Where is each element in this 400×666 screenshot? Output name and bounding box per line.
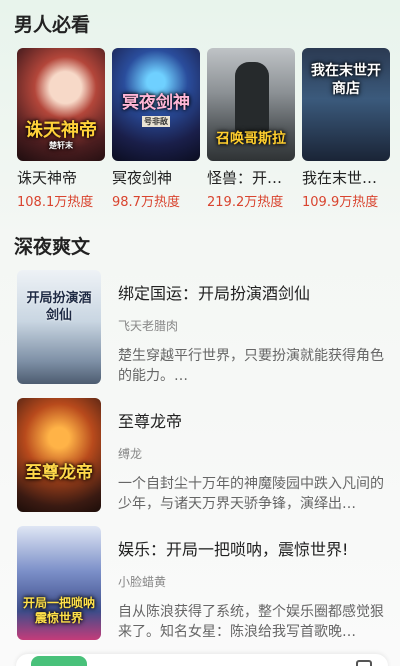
list-item[interactable]: 至尊龙帝 至尊龙帝 缚龙 一个自封尘十万年的神魔陵园中跌入凡间的少年，与诸天万界… (17, 398, 387, 514)
book-heat: 109.9万热度 (302, 195, 379, 210)
cover-title-text: 我在末世开商店 (311, 63, 381, 97)
book-author: 飞天老腊肉 (118, 319, 179, 333)
cover-author-text: 号非敌 (142, 116, 170, 127)
book-card-1[interactable]: 诛天神帝 楚轩末 诛天神帝 108.1万热度 (17, 48, 105, 210)
section-title-men-must-read: 男人必看 (14, 14, 91, 36)
book-heat: 108.1万热度 (17, 195, 94, 210)
book-heat: 219.2万热度 (207, 195, 284, 210)
book-cover[interactable]: 开局扮演酒剑仙 (17, 270, 101, 384)
bookshelf-icon[interactable] (356, 660, 372, 666)
list-item[interactable]: 开局扮演酒剑仙 绑定国运：开局扮演酒剑仙 飞天老腊肉 楚生穿越平行世界，只要扮演… (17, 270, 387, 386)
book-heat: 98.7万热度 (112, 195, 180, 210)
bottom-action-button[interactable] (31, 656, 87, 666)
book-author: 缚龙 (118, 447, 143, 461)
book-description: 一个自封尘十万年的神魔陵园中跌入凡间的少年，与诸天万界天骄争锋，演绎出… (118, 476, 384, 512)
book-cover[interactable]: 诛天神帝 楚轩末 (17, 48, 105, 161)
book-title[interactable]: 我在末世… (302, 167, 390, 188)
cover-title-text: 诛天神帝 (25, 120, 97, 141)
cover-author-text: 楚轩末 (49, 140, 73, 150)
book-title[interactable]: 绑定国运：开局扮演酒剑仙 (118, 280, 388, 304)
bottom-bar (16, 654, 388, 666)
list-item[interactable]: 开局一把唢呐震惊世界 娱乐：开局一把唢呐，震惊世界! 小脸蜡黄 自从陈浪获得了系… (17, 526, 387, 642)
book-description: 自从陈浪获得了系统，整个娱乐圈都感觉狠来了。知名女星：陈浪给我写首歌晚… (118, 604, 384, 640)
book-title[interactable]: 至尊龙帝 (118, 408, 388, 432)
cover-title-text: 开局扮演酒剑仙 (26, 291, 92, 323)
book-author: 小脸蜡黄 (118, 575, 167, 589)
book-card-2[interactable]: 冥夜剑神 号非敌 冥夜剑神 98.7万热度 (112, 48, 200, 210)
book-title[interactable]: 冥夜剑神 (112, 167, 200, 188)
cover-title-text: 冥夜剑神 (122, 93, 190, 113)
book-cover[interactable]: 至尊龙帝 (17, 398, 101, 512)
section-title-late-night: 深夜爽文 (14, 236, 91, 258)
book-title[interactable]: 怪兽：开… (207, 167, 295, 188)
book-title[interactable]: 诛天神帝 (17, 167, 105, 188)
book-description: 楚生穿越平行世界，只要扮演就能获得角色的能力。… (118, 348, 384, 384)
cover-title-text: 至尊龙帝 (25, 463, 93, 483)
cover-title-text: 开局一把唢呐震惊世界 (23, 596, 96, 625)
book-cover[interactable]: 开局一把唢呐震惊世界 (17, 526, 101, 640)
book-card-3[interactable]: 召唤哥斯拉 怪兽：开… 219.2万热度 (207, 48, 295, 210)
book-card-4[interactable]: 我在末世开商店 我在末世… 109.9万热度 (302, 48, 390, 210)
cover-title-text: 召唤哥斯拉 (216, 131, 286, 147)
book-title[interactable]: 娱乐：开局一把唢呐，震惊世界! (118, 536, 388, 560)
book-cover[interactable]: 冥夜剑神 号非敌 (112, 48, 200, 161)
book-cover[interactable]: 召唤哥斯拉 (207, 48, 295, 161)
book-cover[interactable]: 我在末世开商店 (302, 48, 390, 161)
monster-silhouette (235, 62, 269, 134)
